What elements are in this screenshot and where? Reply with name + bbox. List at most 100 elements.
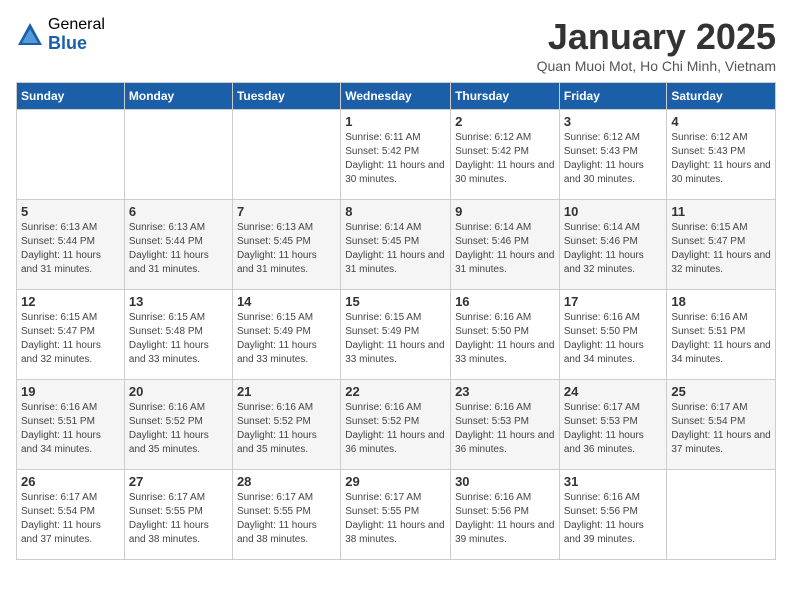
calendar-week-row: 1 Sunrise: 6:11 AM Sunset: 5:42 PM Daylig…: [17, 110, 776, 200]
header-monday: Monday: [124, 83, 232, 110]
calendar-cell: 26 Sunrise: 6:17 AM Sunset: 5:54 PM Dayli…: [17, 470, 125, 560]
calendar-cell: [17, 110, 125, 200]
calendar-cell: 24Sunrise: 6:17 AM Sunset: 5:53 PM Dayli…: [559, 380, 667, 470]
calendar-cell: 31 Sunrise: 6:16 AM Sunset: 5:56 PM Dayli…: [559, 470, 667, 560]
day-number: 20: [129, 384, 228, 399]
day-number: 17: [564, 294, 663, 309]
day-number: 22: [345, 384, 446, 399]
day-number: 8: [345, 204, 446, 219]
day-info: Sunrise: 6:16 AM Sunset: 5:51 PM Dayligh…: [21, 401, 120, 457]
day-number: 19: [21, 384, 120, 399]
calendar-cell: 13 Sunrise: 6:15 AM Sunset: 5:48 PM Dayli…: [124, 290, 232, 380]
calendar-cell: 2Sunrise: 6:12 AM Sunset: 5:42 PM Daylig…: [451, 110, 560, 200]
day-info: Sunrise: 6:17 AM Sunset: 5:55 PM Dayligh…: [345, 491, 446, 547]
header-tuesday: Tuesday: [232, 83, 340, 110]
weekday-header-row: Sunday Monday Tuesday Wednesday Thursday…: [17, 83, 776, 110]
day-number: 5: [21, 204, 120, 219]
day-info: Sunrise: 6:17 AM Sunset: 5:55 PM Dayligh…: [129, 491, 228, 547]
day-info: Sunrise: 6:15 AM Sunset: 5:47 PM Dayligh…: [671, 221, 771, 277]
header-wednesday: Wednesday: [341, 83, 451, 110]
logo: General Blue: [16, 16, 105, 53]
day-info: Sunrise: 6:16 AM Sunset: 5:56 PM Dayligh…: [564, 491, 663, 547]
day-number: 3: [564, 114, 663, 129]
day-number: 27: [129, 474, 228, 489]
calendar-cell: 19 Sunrise: 6:16 AM Sunset: 5:51 PM Dayli…: [17, 380, 125, 470]
day-number: 18: [671, 294, 771, 309]
day-info: Sunrise: 6:15 AM Sunset: 5:49 PM Dayligh…: [237, 311, 336, 367]
day-info: Sunrise: 6:15 AM Sunset: 5:48 PM Dayligh…: [129, 311, 228, 367]
calendar-cell: [667, 470, 776, 560]
calendar-cell: 7Sunrise: 6:13 AM Sunset: 5:45 PM Daylig…: [232, 200, 340, 290]
day-number: 28: [237, 474, 336, 489]
calendar-cell: 4 Sunrise: 6:12 AM Sunset: 5:43 PM Daylig…: [667, 110, 776, 200]
day-info: Sunrise: 6:15 AM Sunset: 5:47 PM Dayligh…: [21, 311, 120, 367]
day-info: Sunrise: 6:17 AM Sunset: 5:54 PM Dayligh…: [21, 491, 120, 547]
day-number: 6: [129, 204, 228, 219]
calendar-cell: 16 Sunrise: 6:16 AM Sunset: 5:50 PM Dayli…: [451, 290, 560, 380]
calendar-week-row: 19 Sunrise: 6:16 AM Sunset: 5:51 PM Dayli…: [17, 380, 776, 470]
day-info: Sunrise: 6:13 AM Sunset: 5:44 PM Dayligh…: [21, 221, 120, 277]
day-info: Sunrise: 6:12 AM Sunset: 5:43 PM Dayligh…: [564, 131, 663, 187]
day-number: 30: [455, 474, 555, 489]
location: Quan Muoi Mot, Ho Chi Minh, Vietnam: [537, 58, 776, 74]
calendar-cell: 15 Sunrise: 6:15 AM Sunset: 5:49 PM Dayli…: [341, 290, 451, 380]
calendar-cell: 20 Sunrise: 6:16 AM Sunset: 5:52 PM Dayli…: [124, 380, 232, 470]
logo-blue: Blue: [48, 34, 105, 54]
day-number: 4: [671, 114, 771, 129]
day-info: Sunrise: 6:17 AM Sunset: 5:55 PM Dayligh…: [237, 491, 336, 547]
calendar-cell: 21Sunrise: 6:16 AM Sunset: 5:52 PM Dayli…: [232, 380, 340, 470]
header-saturday: Saturday: [667, 83, 776, 110]
calendar-week-row: 26 Sunrise: 6:17 AM Sunset: 5:54 PM Dayli…: [17, 470, 776, 560]
day-number: 9: [455, 204, 555, 219]
day-number: 29: [345, 474, 446, 489]
day-number: 10: [564, 204, 663, 219]
day-number: 2: [455, 114, 555, 129]
calendar-cell: 27 Sunrise: 6:17 AM Sunset: 5:55 PM Dayli…: [124, 470, 232, 560]
day-number: 1: [345, 114, 446, 129]
logo-general: General: [48, 16, 105, 34]
calendar-cell: 11Sunrise: 6:15 AM Sunset: 5:47 PM Dayli…: [667, 200, 776, 290]
calendar-cell: 9 Sunrise: 6:14 AM Sunset: 5:46 PM Daylig…: [451, 200, 560, 290]
day-info: Sunrise: 6:16 AM Sunset: 5:52 PM Dayligh…: [129, 401, 228, 457]
calendar-cell: 1 Sunrise: 6:11 AM Sunset: 5:42 PM Daylig…: [341, 110, 451, 200]
day-info: Sunrise: 6:16 AM Sunset: 5:52 PM Dayligh…: [345, 401, 446, 457]
calendar-cell: 18 Sunrise: 6:16 AM Sunset: 5:51 PM Dayli…: [667, 290, 776, 380]
calendar: Sunday Monday Tuesday Wednesday Thursday…: [16, 82, 776, 560]
day-info: Sunrise: 6:14 AM Sunset: 5:46 PM Dayligh…: [564, 221, 663, 277]
day-info: Sunrise: 6:11 AM Sunset: 5:42 PM Dayligh…: [345, 131, 446, 187]
day-number: 25: [671, 384, 771, 399]
calendar-week-row: 5 Sunrise: 6:13 AM Sunset: 5:44 PM Daylig…: [17, 200, 776, 290]
day-info: Sunrise: 6:16 AM Sunset: 5:51 PM Dayligh…: [671, 311, 771, 367]
calendar-cell: [232, 110, 340, 200]
day-info: Sunrise: 6:15 AM Sunset: 5:49 PM Dayligh…: [345, 311, 446, 367]
header-friday: Friday: [559, 83, 667, 110]
calendar-cell: 23 Sunrise: 6:16 AM Sunset: 5:53 PM Dayli…: [451, 380, 560, 470]
day-number: 31: [564, 474, 663, 489]
day-number: 16: [455, 294, 555, 309]
day-info: Sunrise: 6:14 AM Sunset: 5:46 PM Dayligh…: [455, 221, 555, 277]
calendar-cell: 10 Sunrise: 6:14 AM Sunset: 5:46 PM Dayli…: [559, 200, 667, 290]
calendar-cell: 12Sunrise: 6:15 AM Sunset: 5:47 PM Dayli…: [17, 290, 125, 380]
day-number: 13: [129, 294, 228, 309]
day-number: 15: [345, 294, 446, 309]
day-info: Sunrise: 6:16 AM Sunset: 5:53 PM Dayligh…: [455, 401, 555, 457]
calendar-cell: 6 Sunrise: 6:13 AM Sunset: 5:44 PM Daylig…: [124, 200, 232, 290]
day-number: 26: [21, 474, 120, 489]
day-info: Sunrise: 6:16 AM Sunset: 5:50 PM Dayligh…: [564, 311, 663, 367]
calendar-cell: 5 Sunrise: 6:13 AM Sunset: 5:44 PM Daylig…: [17, 200, 125, 290]
calendar-cell: [124, 110, 232, 200]
calendar-cell: 25Sunrise: 6:17 AM Sunset: 5:54 PM Dayli…: [667, 380, 776, 470]
day-info: Sunrise: 6:14 AM Sunset: 5:45 PM Dayligh…: [345, 221, 446, 277]
day-info: Sunrise: 6:13 AM Sunset: 5:45 PM Dayligh…: [237, 221, 336, 277]
logo-icon: [16, 21, 44, 49]
calendar-cell: 14Sunrise: 6:15 AM Sunset: 5:49 PM Dayli…: [232, 290, 340, 380]
title-block: January 2025 Quan Muoi Mot, Ho Chi Minh,…: [537, 16, 776, 74]
day-info: Sunrise: 6:17 AM Sunset: 5:53 PM Dayligh…: [564, 401, 663, 457]
day-info: Sunrise: 6:16 AM Sunset: 5:52 PM Dayligh…: [237, 401, 336, 457]
calendar-week-row: 12Sunrise: 6:15 AM Sunset: 5:47 PM Dayli…: [17, 290, 776, 380]
day-info: Sunrise: 6:13 AM Sunset: 5:44 PM Dayligh…: [129, 221, 228, 277]
calendar-cell: 17 Sunrise: 6:16 AM Sunset: 5:50 PM Dayli…: [559, 290, 667, 380]
day-info: Sunrise: 6:12 AM Sunset: 5:43 PM Dayligh…: [671, 131, 771, 187]
day-number: 23: [455, 384, 555, 399]
day-info: Sunrise: 6:16 AM Sunset: 5:50 PM Dayligh…: [455, 311, 555, 367]
